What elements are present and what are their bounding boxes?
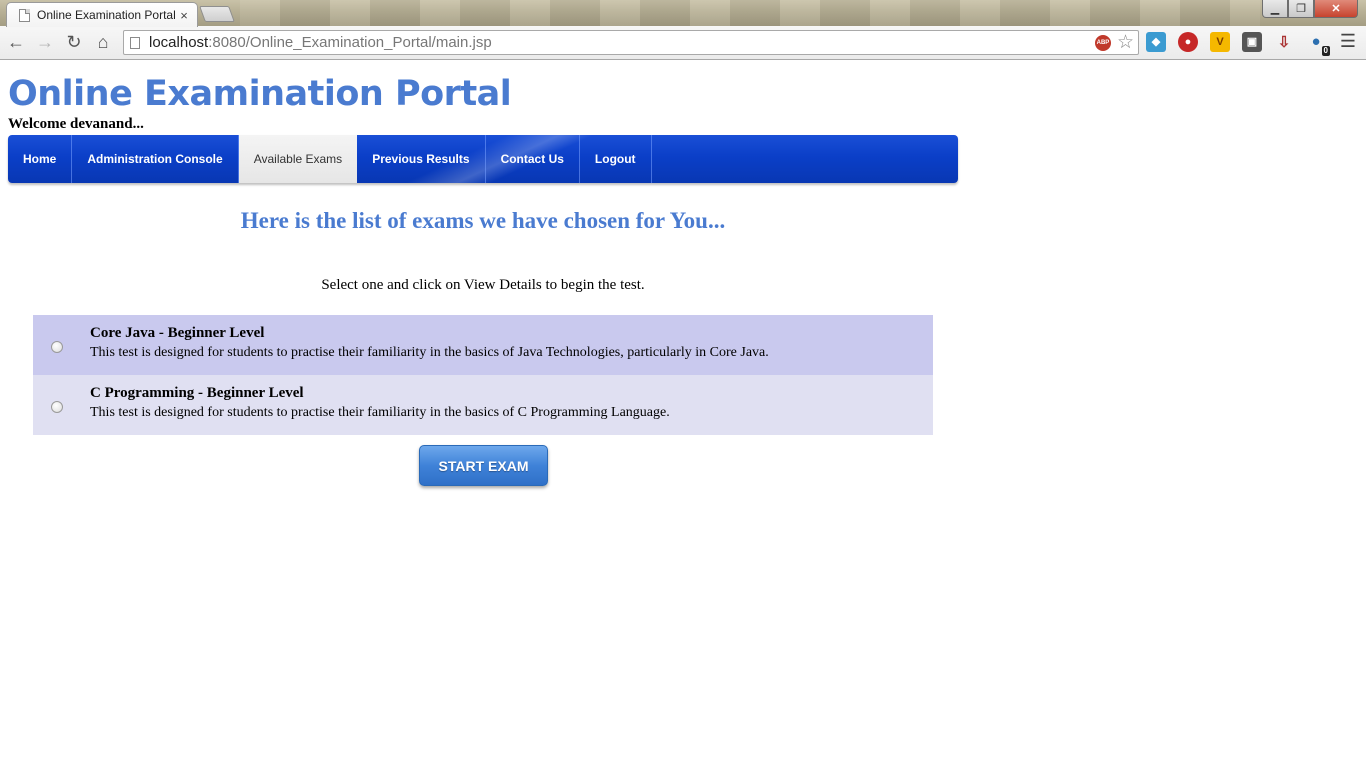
exam-text: C Programming - Beginner Level This test… [90, 385, 670, 421]
adblock-icon[interactable]: ABP [1094, 34, 1111, 51]
extension-evernote-icon[interactable]: ▣ [1242, 31, 1262, 52]
page-icon [19, 8, 30, 22]
extension-feedly-icon[interactable]: ◆ [1146, 31, 1166, 52]
nav-administration-console[interactable]: Administration Console [72, 135, 239, 183]
browser-menu-icon[interactable]: ☰ [1338, 31, 1358, 52]
exam-list: Core Java - Beginner Level This test is … [33, 315, 933, 435]
welcome-message: Welcome devanand... [8, 116, 144, 132]
browser-titlebar: Online Examination Portal × ▁ ❐ ✕ [0, 0, 1366, 27]
new-tab-button[interactable] [199, 6, 235, 22]
extension-download-icon[interactable]: ⇩ [1274, 32, 1294, 52]
exam-radio-core-java[interactable] [51, 341, 63, 353]
page-content: Online Examination Portal Welcome devana… [0, 61, 1366, 768]
exam-description: This test is designed for students to pr… [90, 345, 769, 360]
url-host: localhost [149, 34, 209, 51]
exam-name: C Programming - Beginner Level [90, 385, 304, 401]
nav-home[interactable]: Home [8, 135, 73, 183]
extension-skype-icon[interactable]: ● 0 [1306, 32, 1330, 56]
page-icon [130, 36, 140, 49]
nav-available-exams[interactable]: Available Exams [238, 135, 358, 183]
nav-logout[interactable]: Logout [580, 135, 652, 183]
maximize-button[interactable]: ❐ [1288, 0, 1314, 18]
browser-toolbar: ← → ↻ ⌂ localhost:8080/Online_Examinatio… [0, 26, 1366, 60]
exam-list-heading: Here is the list of exams we have chosen… [240, 208, 726, 233]
back-arrow-icon[interactable]: ← [3, 30, 29, 56]
exam-text: Core Java - Beginner Level This test is … [90, 325, 769, 361]
browser-tab[interactable]: Online Examination Portal × [6, 2, 198, 27]
exam-row-core-java[interactable]: Core Java - Beginner Level This test is … [33, 315, 933, 375]
nav-contact-us[interactable]: Contact Us [486, 135, 580, 183]
home-icon[interactable]: ⌂ [90, 30, 116, 56]
forward-arrow-icon[interactable]: → [32, 30, 58, 56]
extension-stop-icon[interactable]: ● [1178, 31, 1198, 52]
extension-badge: 0 [1321, 45, 1330, 56]
exam-radio-c-programming[interactable] [51, 401, 63, 413]
extension-v-icon[interactable]: V [1210, 31, 1230, 52]
tab-close-icon[interactable]: × [177, 8, 191, 23]
page-title: Online Examination Portal [8, 74, 512, 114]
tab-title: Online Examination Portal [37, 8, 176, 22]
exam-row-c-programming[interactable]: C Programming - Beginner Level This test… [33, 375, 933, 435]
url-path: :8080/Online_Examination_Portal/main.jsp [208, 34, 492, 51]
address-bar[interactable]: localhost:8080/Online_Examination_Portal… [123, 30, 1139, 55]
minimize-button[interactable]: ▁ [1262, 0, 1288, 18]
close-window-button[interactable]: ✕ [1314, 0, 1358, 18]
instruction-text: Select one and click on View Details to … [321, 277, 645, 293]
bookmark-star-icon[interactable]: ☆ [1117, 33, 1134, 52]
reload-icon[interactable]: ↻ [61, 30, 87, 56]
url-text[interactable]: localhost:8080/Online_Examination_Portal… [149, 34, 1095, 51]
window-controls: ▁ ❐ ✕ [1262, 0, 1358, 18]
main-nav-bar: Home Administration Console Available Ex… [8, 135, 958, 183]
exam-name: Core Java - Beginner Level [90, 325, 265, 341]
extension-icons: ◆ ● V ▣ ⇩ ● 0 ☰ [1146, 31, 1358, 56]
nav-previous-results[interactable]: Previous Results [357, 135, 486, 183]
start-exam-button[interactable]: START EXAM [419, 445, 548, 486]
exam-description: This test is designed for students to pr… [90, 405, 670, 420]
